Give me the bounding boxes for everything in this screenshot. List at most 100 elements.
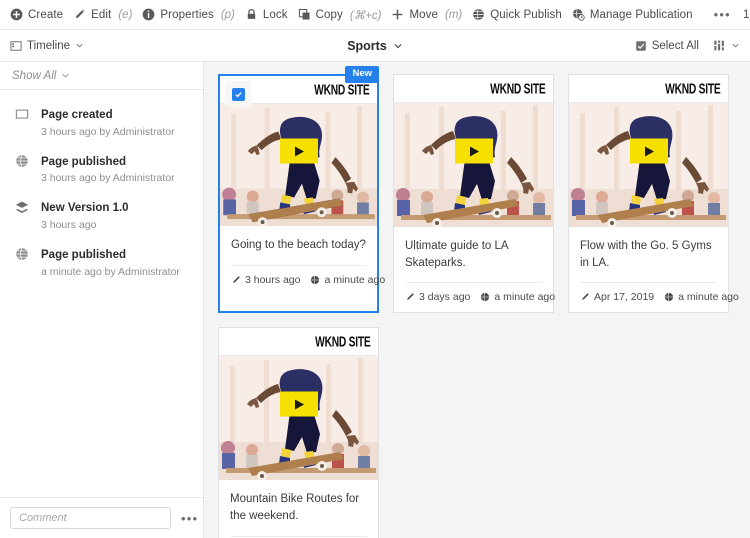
card-published-label: a minute ago [678, 291, 739, 304]
list-item[interactable]: Page published 3 hours ago by Administra… [0, 146, 203, 193]
move-button[interactable]: Move (m) [390, 8, 471, 21]
edit-button[interactable]: Edit (e) [72, 8, 141, 21]
timeline-view-switch[interactable]: Timeline [10, 40, 84, 52]
globe-icon [664, 292, 674, 302]
card-thumbnail[interactable]: WKND SITE [220, 76, 377, 226]
plus-circle-icon [10, 8, 23, 21]
edit-label: Edit [91, 8, 112, 21]
select-all-button[interactable]: Select All [635, 40, 699, 52]
card-item[interactable]: WKND SITE [393, 74, 555, 314]
selection-count-label: 1 selected [742, 8, 750, 21]
card-select-checkbox[interactable] [225, 81, 251, 107]
event-detail: 3 hours ago [41, 218, 97, 231]
edit-shortcut: (e) [118, 8, 133, 21]
layout-switcher-button[interactable] [713, 39, 740, 52]
card-published-label: a minute ago [324, 273, 386, 286]
select-all-label: Select All [651, 39, 699, 52]
title-chevron-down-icon[interactable] [393, 41, 403, 51]
properties-button[interactable]: Properties (p) [141, 8, 243, 21]
view-toolbar-left: Timeline [10, 40, 84, 52]
card-item[interactable]: WKND SITE [218, 327, 379, 538]
pencil-icon [580, 292, 590, 302]
play-button[interactable] [629, 138, 668, 164]
event-title: Page published [41, 249, 126, 262]
event-title: New Version 1.0 [41, 202, 129, 215]
card-meta: 3 hours ago a minute ago [231, 264, 385, 295]
chevron-down-icon [61, 71, 70, 80]
card-brand-label: WKND SITE [664, 80, 721, 97]
card-edited-meta: 3 hours ago [231, 274, 300, 286]
card-brand: WKND SITE [569, 75, 728, 103]
globe-icon [13, 152, 31, 168]
timeline-events: Page created 3 hours ago by Administrato… [0, 90, 203, 497]
skateboarder-photo [569, 103, 728, 227]
card-grid-area: New WKND SITE Going to the beach today? … [204, 62, 750, 538]
play-triangle-icon [295, 146, 304, 156]
skateboarder-photo [219, 356, 378, 481]
move-icon [391, 8, 404, 21]
play-button[interactable] [454, 138, 493, 164]
event-title: Page created [41, 109, 113, 121]
page-icon [13, 105, 31, 121]
comment-input[interactable] [10, 507, 171, 529]
main-body: Show All Page created 3 hours ago by Adm… [0, 62, 750, 538]
lock-button[interactable]: Lock [244, 8, 297, 21]
card-item[interactable]: WKND SITE [568, 74, 739, 314]
timeline-view-label: Timeline [27, 39, 71, 52]
card-thumbnail[interactable]: WKND SITE [394, 75, 553, 227]
play-button[interactable] [279, 391, 318, 417]
move-shortcut: (m) [445, 8, 463, 21]
play-triangle-icon [295, 399, 304, 410]
timeline-rail: Show All Page created 3 hours ago by Adm… [0, 62, 204, 538]
status-badge: New [345, 66, 379, 83]
card-meta: 3 days ago a minute ago [405, 282, 555, 312]
view-toolbar-right: Select All [635, 39, 740, 52]
copy-button[interactable]: Copy (⌘+c) [297, 8, 391, 22]
chevron-down-icon [75, 41, 84, 50]
layers-icon [13, 198, 31, 214]
quick-publish-label: Quick Publish [490, 8, 562, 21]
play-button[interactable] [279, 138, 318, 164]
properties-label: Properties [160, 8, 214, 21]
event-detail: 3 hours ago by Administrator [41, 172, 175, 185]
timeline-filter[interactable]: Show All [0, 62, 203, 90]
properties-shortcut: (p) [220, 8, 235, 21]
quick-publish-button[interactable]: Quick Publish [471, 8, 571, 21]
card-thumbnail[interactable]: WKND SITE [219, 328, 378, 481]
page-title[interactable]: Sports [347, 39, 387, 53]
pencil-icon [231, 275, 241, 285]
card-published-meta: a minute ago [310, 274, 385, 286]
selection-status: 1 selected (escape) [743, 9, 750, 21]
comment-more-button[interactable]: ••• [177, 511, 202, 526]
globe-icon [472, 8, 485, 21]
manage-publication-button[interactable]: Manage Publication [571, 8, 702, 21]
card-title: Going to the beach today? [231, 239, 366, 251]
view-toolbar: Timeline Sports Select All [0, 30, 750, 62]
copy-icon [298, 8, 311, 21]
card-item[interactable]: New WKND SITE Going to the beach today? … [218, 66, 385, 314]
event-title: Page published [41, 155, 126, 168]
card-edited-label: 3 days ago [419, 291, 471, 304]
timeline-filter-label: Show All [12, 69, 57, 82]
card-brand: WKND SITE [394, 75, 553, 103]
card-brand-label: WKND SITE [489, 80, 546, 97]
lock-label: Lock [262, 8, 288, 21]
pencil-icon [73, 8, 86, 21]
card-edited-meta: 3 days ago [405, 291, 470, 303]
toolbar-overflow-button[interactable]: ••• [702, 8, 743, 21]
layout-chevron-down-icon [731, 41, 740, 50]
list-item[interactable]: Page created 3 hours ago by Administrato… [0, 99, 203, 146]
globe-clock-icon [572, 8, 585, 21]
pencil-icon [405, 292, 415, 302]
card-thumbnail[interactable]: WKND SITE [569, 75, 728, 227]
play-triangle-icon [470, 146, 479, 156]
list-item[interactable]: Page published a minute ago by Administr… [0, 239, 203, 286]
create-button[interactable]: Create [9, 8, 72, 21]
timeline-panel-icon [10, 40, 22, 52]
grid-layout-icon [713, 39, 726, 52]
info-circle-icon [142, 8, 155, 21]
list-item[interactable]: New Version 1.0 3 hours ago [0, 192, 203, 239]
card-title: Mountain Bike Routes for the weekend. [230, 493, 360, 523]
move-label: Move [409, 8, 438, 21]
play-triangle-icon [645, 146, 654, 156]
